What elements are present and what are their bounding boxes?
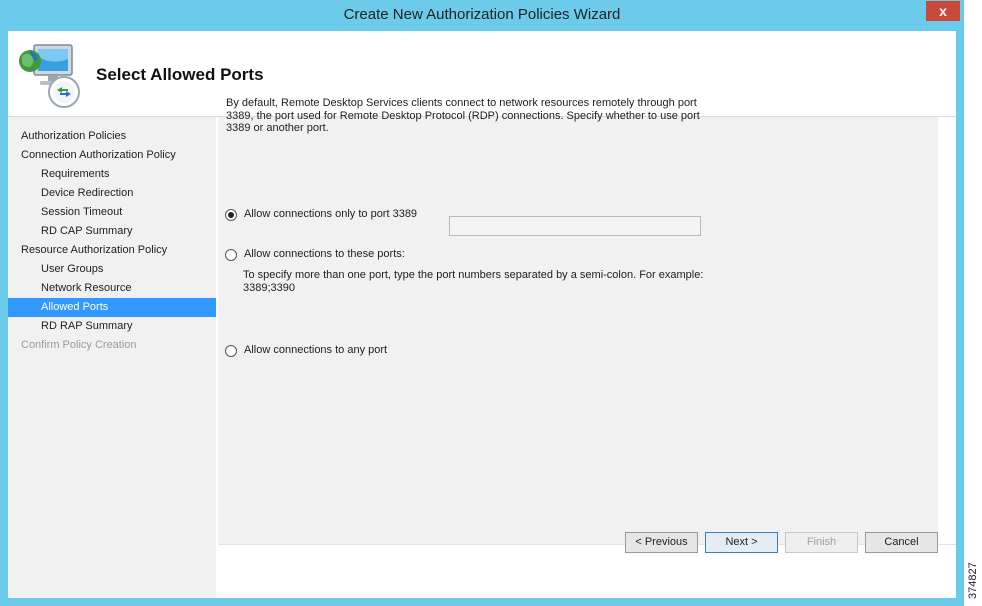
- figure-id: 374827: [966, 530, 982, 600]
- step-authorization-policies[interactable]: Authorization Policies: [8, 127, 216, 146]
- content-panel: [218, 117, 938, 544]
- step-session-timeout[interactable]: Session Timeout: [8, 203, 216, 222]
- step-device-redirection[interactable]: Device Redirection: [8, 184, 216, 203]
- previous-button[interactable]: < Previous: [625, 532, 698, 553]
- figure-id-text: 374827: [967, 562, 979, 599]
- radio-any-port[interactable]: [225, 345, 237, 357]
- ports-hint: To specify more than one port, type the …: [243, 269, 713, 294]
- radio-these-ports[interactable]: [225, 249, 237, 261]
- wizard-step-list: Authorization Policies Connection Author…: [8, 117, 216, 598]
- step-confirm-policy-creation: Confirm Policy Creation: [21, 339, 137, 351]
- wizard-window: Create New Authorization Policies Wizard…: [0, 0, 964, 606]
- step-rd-rap-summary[interactable]: RD RAP Summary: [8, 317, 216, 336]
- step-network-resource[interactable]: Network Resource: [8, 279, 216, 298]
- cancel-button[interactable]: Cancel: [865, 532, 938, 553]
- intro-text: By default, Remote Desktop Services clie…: [226, 97, 716, 135]
- option-label[interactable]: Allow connections to these ports:: [244, 248, 405, 260]
- step-rd-cap-summary[interactable]: RD CAP Summary: [8, 222, 216, 241]
- next-button[interactable]: Next >: [705, 532, 778, 553]
- finish-button: Finish: [785, 532, 858, 553]
- option-label[interactable]: Allow connections to any port: [244, 344, 387, 356]
- intro-line: 3389, the port used for Remote Desktop P…: [226, 109, 700, 122]
- hint-line: To specify more than one port, type the …: [243, 269, 704, 281]
- step-connection-authorization-policy[interactable]: Connection Authorization Policy: [8, 146, 216, 165]
- window-title: Create New Authorization Policies Wizard: [343, 6, 621, 23]
- step-user-groups[interactable]: User Groups: [8, 260, 216, 279]
- intro-line: 3389 or another port.: [226, 122, 329, 134]
- hint-example: 3389;3390: [243, 281, 295, 294]
- radio-only-port-3389[interactable]: [225, 209, 237, 221]
- ports-input[interactable]: [449, 216, 701, 236]
- step-resource-authorization-policy[interactable]: Resource Authorization Policy: [8, 241, 216, 260]
- option-label[interactable]: Allow connections only to port 3389: [244, 208, 417, 220]
- title-bar[interactable]: Create New Authorization Policies Wizard…: [0, 0, 964, 31]
- close-button[interactable]: x: [926, 1, 960, 21]
- step-allowed-ports[interactable]: Allowed Ports: [8, 298, 216, 317]
- page-title: Select Allowed Ports: [96, 65, 264, 84]
- step-requirements[interactable]: Requirements: [8, 165, 216, 184]
- remote-desktop-computer-icon: [19, 44, 80, 108]
- intro-line: By default, Remote Desktop Services clie…: [226, 97, 697, 109]
